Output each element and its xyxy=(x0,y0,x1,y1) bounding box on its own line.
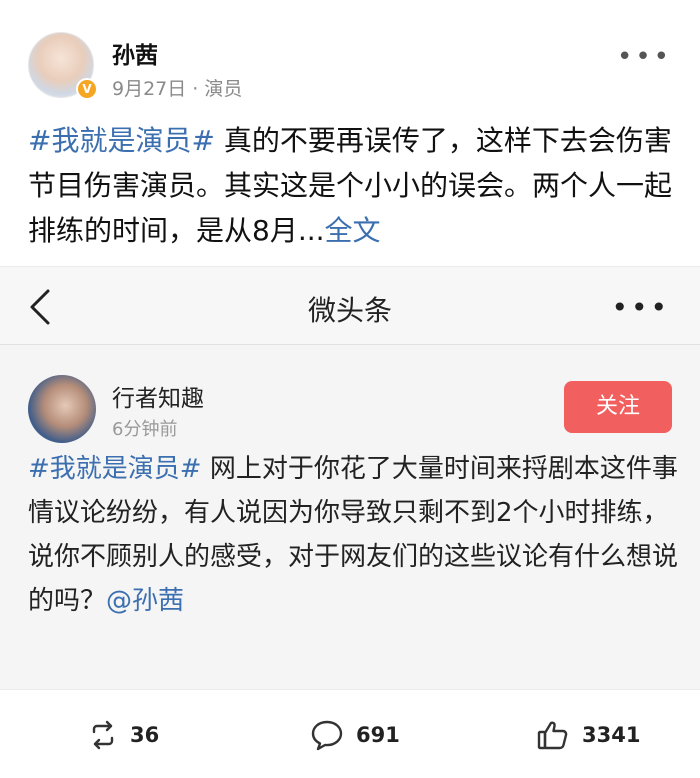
comment-button[interactable]: 691 xyxy=(310,718,400,752)
author-name[interactable]: 孙茜 xyxy=(112,36,158,70)
embedded-text: #我就是演员# 网上对于你花了大量时间来捋剧本这件事情议论纷纷，有人说因为你导致… xyxy=(28,447,683,623)
like-button[interactable]: 3341 xyxy=(536,718,640,752)
like-count: 3341 xyxy=(582,723,641,747)
embedded-hashtag[interactable]: #我就是演员# xyxy=(28,454,202,484)
repost-icon xyxy=(92,720,114,750)
expand-full-text-link[interactable]: 全文 xyxy=(325,214,381,247)
embedded-author-avatar[interactable] xyxy=(28,375,96,443)
post-hashtag[interactable]: #我就是演员# xyxy=(28,124,215,157)
embedded-screenshot: 微头条 ••• 行者知趣 6分钟前 关注 #我就是演员# 网上对于你花了大量时间… xyxy=(0,266,700,690)
verified-badge-icon: V xyxy=(76,78,98,100)
embedded-time: 6分钟前 xyxy=(112,419,178,440)
post-meta: 9月27日 · 演员 xyxy=(112,74,242,101)
nav-title: 微头条 xyxy=(307,294,392,327)
weibo-post-card: V 孙茜 9月27日 · 演员 ••• #我就是演员# 真的不要再误传了，这样下… xyxy=(0,0,700,778)
embedded-mention[interactable]: @孙茜 xyxy=(106,586,184,616)
embedded-nav-bar: 微头条 ••• xyxy=(0,267,700,345)
comment-icon xyxy=(311,720,343,751)
repost-button[interactable]: 36 xyxy=(88,718,159,752)
more-options-icon[interactable]: ••• xyxy=(617,42,672,72)
author-avatar[interactable]: V xyxy=(28,32,98,100)
follow-button[interactable]: 关注 xyxy=(564,381,672,433)
nav-more-icon[interactable]: ••• xyxy=(611,291,670,324)
post-actions: 36 691 3341 xyxy=(0,690,700,778)
embedded-author-name[interactable]: 行者知趣 xyxy=(112,379,204,413)
thumbs-up-icon xyxy=(537,721,568,750)
post-date: 9月27日 xyxy=(112,78,187,100)
post-header: V 孙茜 9月27日 · 演员 ••• xyxy=(0,0,700,110)
repost-count: 36 xyxy=(130,723,160,747)
post-text: #我就是演员# 真的不要再误传了，这样下去会伤害节目伤害演员。其实这是个小小的误… xyxy=(28,118,678,253)
meta-separator: · xyxy=(186,78,205,100)
post-source: 演员 xyxy=(204,78,243,100)
comment-count: 691 xyxy=(356,723,400,747)
